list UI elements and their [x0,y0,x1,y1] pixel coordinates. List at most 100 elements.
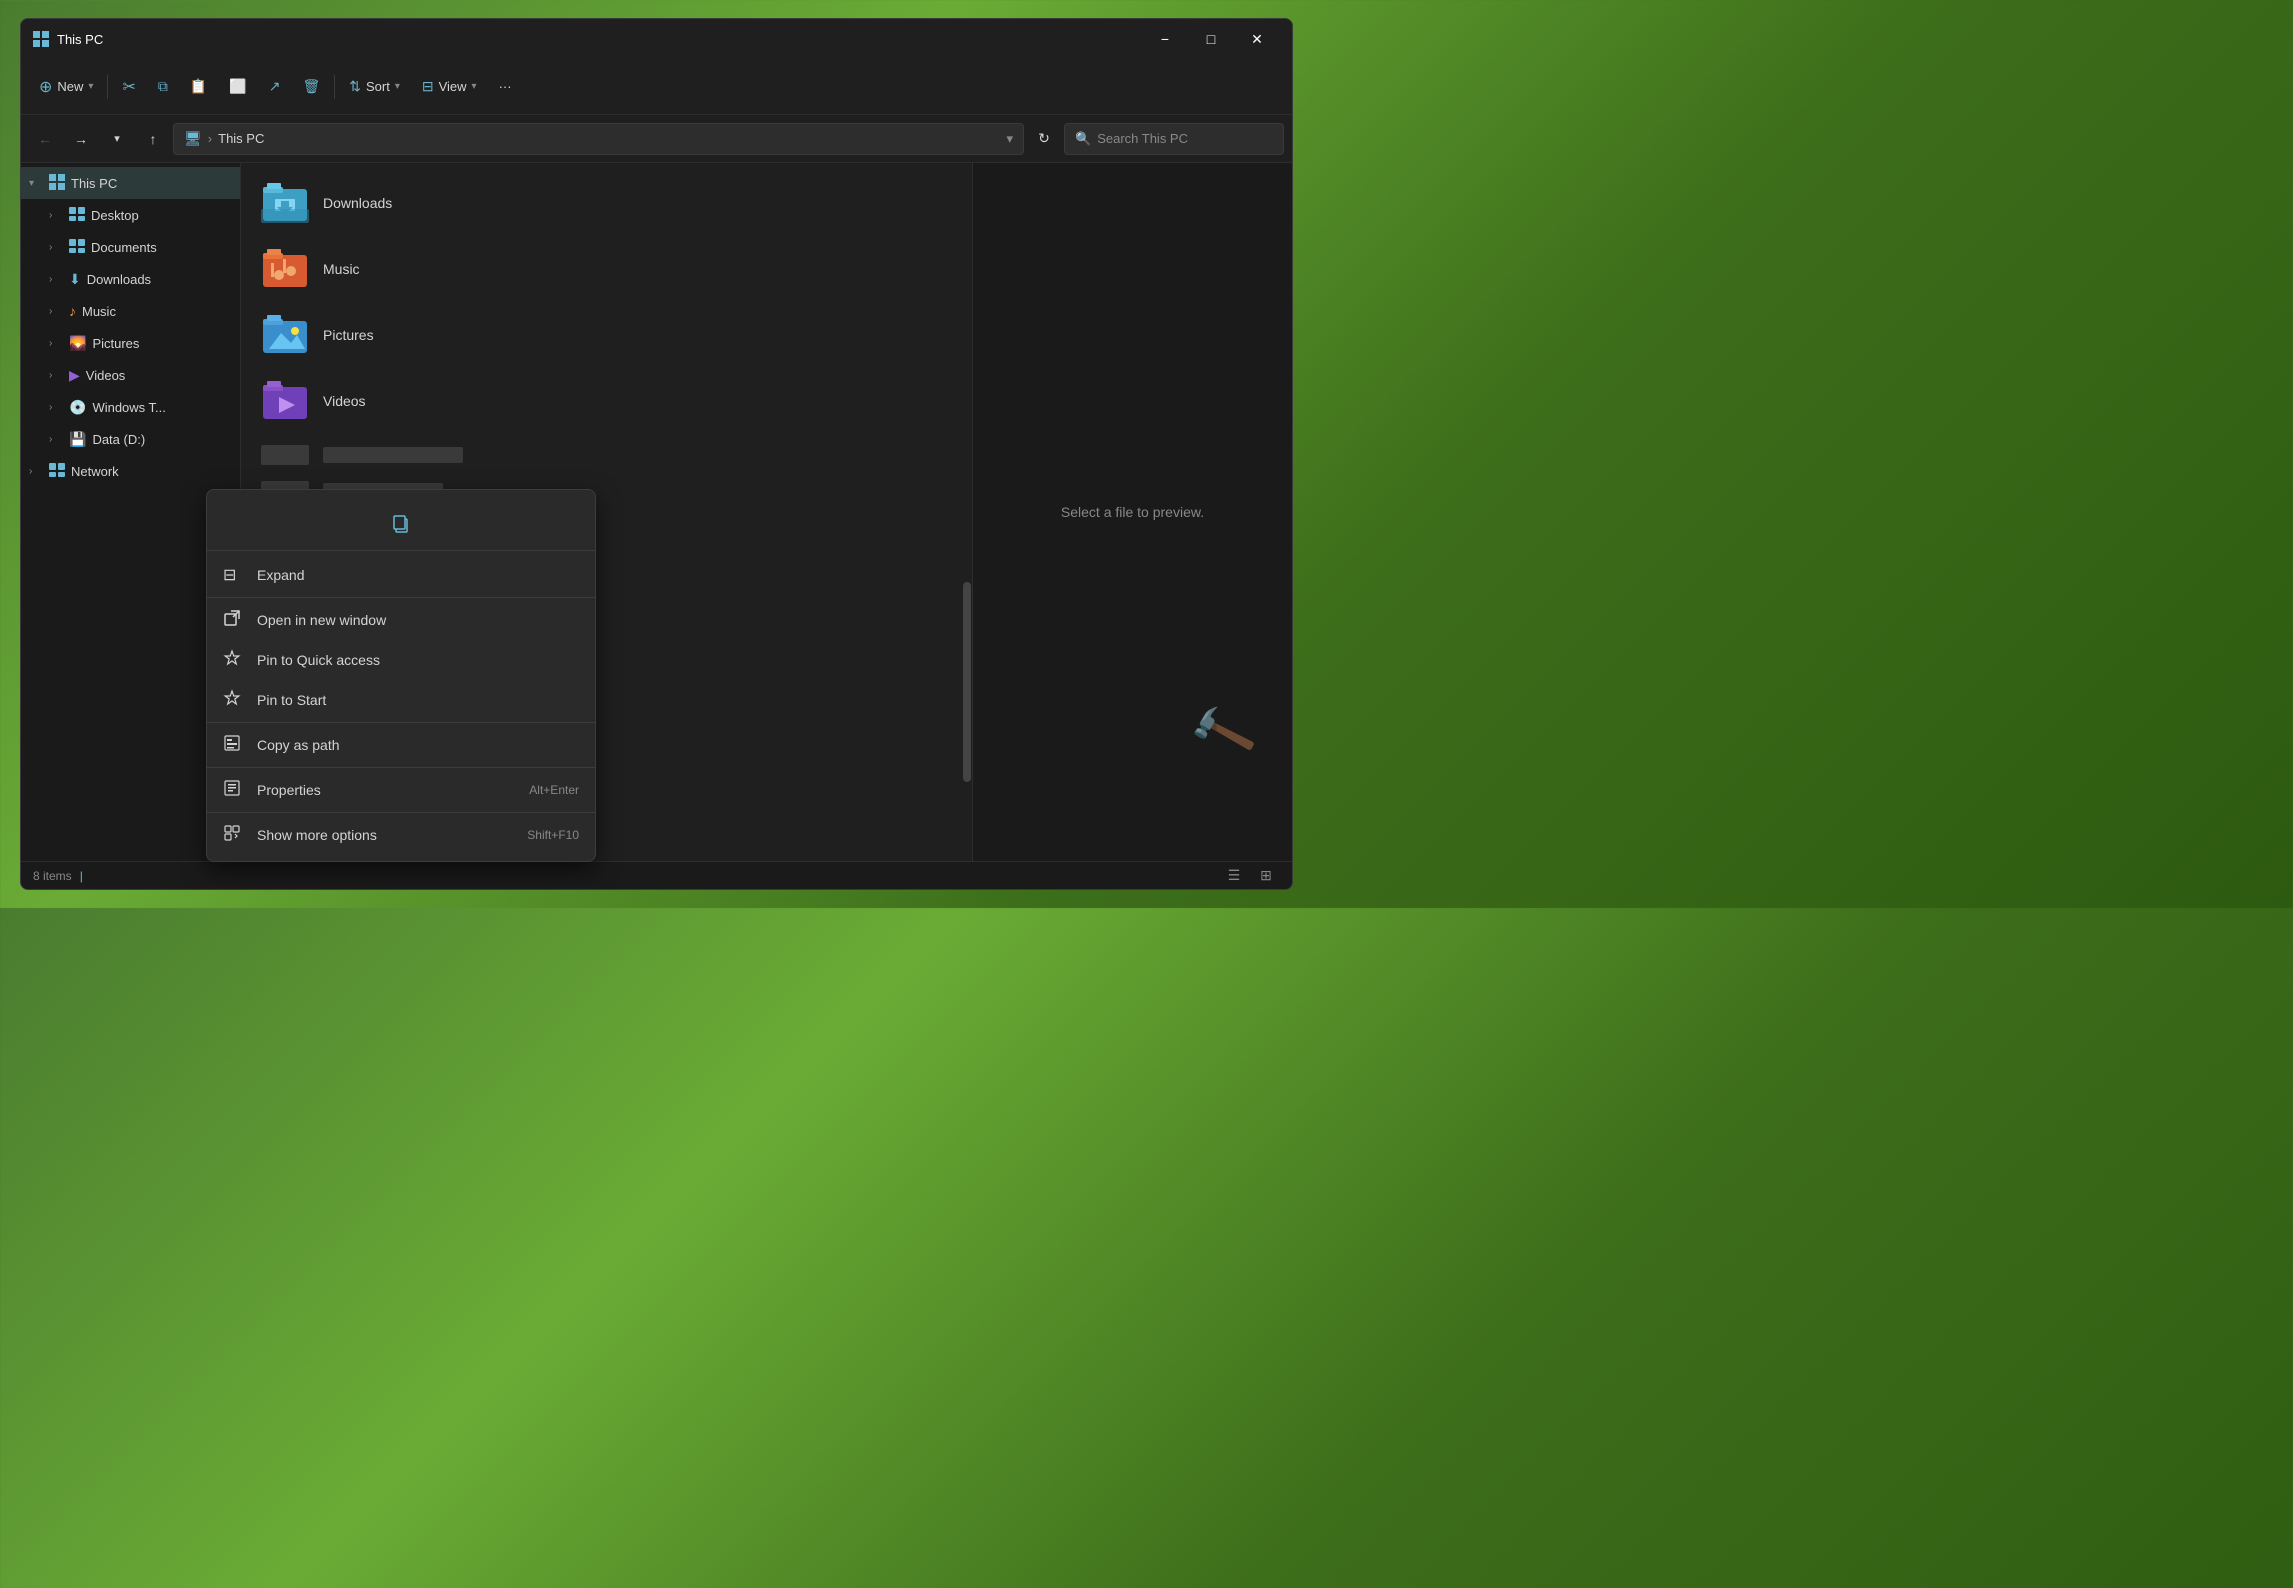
sidebar-item-this-pc[interactable]: ▾ This PC [21,167,240,199]
sidebar-item-videos[interactable]: › ▶ Videos [21,359,240,391]
up-button[interactable]: ↑ [137,123,169,155]
explorer-window: This PC − □ ✕ ⊕ New ▾ ✂ ⧉ 📋 ⬜ ↗ 🗑 [20,18,1293,890]
address-pc-icon: 🖥 [184,130,202,147]
pictures-folder-item[interactable]: Pictures [249,303,954,367]
windows-label: Windows T... [92,400,232,415]
list-view-button[interactable]: ☰ [1220,866,1248,886]
view-button[interactable]: ⊟ View ▾ [412,69,487,105]
view-toggles: ☰ ⊞ [1220,866,1280,886]
context-menu-top-icons [207,496,595,551]
expand-pictures-icon: › [49,338,63,349]
expand-documents-icon: › [49,242,63,253]
drive-label-bar-1 [323,447,463,463]
context-expand[interactable]: ⊟ Expand [207,555,595,595]
pin-quick-access-label: Pin to Quick access [257,652,579,668]
status-bar: 8 items | ☰ ⊞ [21,861,1292,889]
window-icon [33,31,49,47]
close-button[interactable]: ✕ [1234,23,1280,55]
documents-label: Documents [91,240,232,255]
rename-button[interactable]: ⬜ [219,69,256,105]
videos-folder-name: Videos [323,393,366,409]
network-label: Network [71,464,232,479]
desktop-folder-icon [69,207,85,224]
refresh-button[interactable]: ↻ [1028,123,1060,155]
context-sep-1 [207,597,595,598]
toolbar: ⊕ New ▾ ✂ ⧉ 📋 ⬜ ↗ 🗑 ⇅ Sort ▾ ⊟ [21,59,1292,115]
new-icon: ⊕ [39,77,52,97]
share-icon: ↗ [269,78,281,95]
sort-chevron-icon: ▾ [395,81,400,92]
sidebar-item-pictures[interactable]: › 🌄 Pictures [21,327,240,359]
search-placeholder: Search This PC [1097,131,1188,146]
back-button[interactable]: ← [29,123,61,155]
data-d-drive-icon: 💾 [69,431,86,448]
delete-button[interactable]: 🗑 [292,69,330,105]
expand-icon: ⊟ [223,565,243,585]
videos-folder-svg [261,377,309,425]
expand-windows-icon: › [49,402,63,413]
paste-button[interactable]: 📋 [180,69,217,105]
title-bar: This PC − □ ✕ [21,19,1292,59]
file-scrollbar[interactable] [962,163,972,861]
sidebar-item-data-d[interactable]: › 💾 Data (D:) [21,423,240,455]
items-count: 8 items [33,869,72,883]
delete-icon: 🗑 [302,78,320,95]
view-label: View [439,79,467,94]
music-folder-icon: ♪ [69,303,76,319]
context-properties[interactable]: Properties Alt+Enter [207,770,595,810]
sidebar-item-desktop[interactable]: › Desktop [21,199,240,231]
toolbar-sep-2 [334,75,335,99]
forward-button[interactable]: → [65,123,97,155]
sort-button[interactable]: ⇅ Sort ▾ [339,69,410,105]
sidebar-item-downloads[interactable]: › ⬇ Downloads [21,263,240,295]
sidebar-item-network[interactable]: › Network [21,455,240,487]
more-options-button[interactable]: ··· [489,69,522,105]
view-icon: ⊟ [422,78,434,95]
context-pin-quick-access[interactable]: Pin to Quick access [207,640,595,680]
downloads-folder-name: Downloads [323,195,392,211]
sort-label: Sort [366,79,390,94]
minimize-button[interactable]: − [1142,23,1188,55]
expand-downloads-icon: › [49,274,63,285]
context-open-new-window[interactable]: Open in new window [207,600,595,640]
pictures-label: Pictures [92,336,232,351]
recent-locations-button[interactable]: ▾ [101,123,133,155]
view-chevron-icon: ▾ [472,81,477,92]
context-copy-icon-btn[interactable] [381,504,421,544]
downloads-folder-item[interactable]: Downloads [249,171,954,235]
pictures-folder-icon: 🌄 [69,335,86,352]
address-bar-area: ← → ▾ ↑ 🖥 › This PC ▾ ↻ 🔍 Search This PC [21,115,1292,163]
network-icon [49,463,65,480]
more-icon: ··· [499,79,512,94]
address-bar[interactable]: 🖥 › This PC ▾ [173,123,1024,155]
music-folder-item[interactable]: Music [249,237,954,301]
documents-folder-icon [69,239,85,256]
show-more-options-label: Show more options [257,827,513,843]
drive-bar-1 [261,445,309,465]
new-button[interactable]: ⊕ New ▾ [29,69,103,105]
grid-view-button[interactable]: ⊞ [1252,866,1280,886]
context-copy-path[interactable]: Copy as path [207,725,595,765]
sort-icon: ⇅ [349,78,361,95]
copy-button[interactable]: ⧉ [148,69,178,105]
sidebar-item-documents[interactable]: › Documents [21,231,240,263]
drive-item-1[interactable] [249,437,954,473]
sidebar-item-music[interactable]: › ♪ Music [21,295,240,327]
expand-desktop-icon: › [49,210,63,221]
data-d-label: Data (D:) [92,432,232,447]
context-show-more-options[interactable]: Show more options Shift+F10 [207,815,595,855]
properties-label: Properties [257,782,515,798]
search-bar[interactable]: 🔍 Search This PC [1064,123,1284,155]
cut-button[interactable]: ✂ [112,69,145,105]
context-pin-start[interactable]: Pin to Start [207,680,595,720]
sidebar-item-windows[interactable]: › 💿 Windows T... [21,391,240,423]
open-new-window-icon [223,609,243,632]
this-pc-icon [49,174,65,193]
pin-start-icon [223,689,243,712]
pictures-folder-name: Pictures [323,327,374,343]
maximize-button[interactable]: □ [1188,23,1234,55]
videos-folder-item[interactable]: Videos [249,369,954,433]
music-folder-svg [261,245,309,293]
downloads-folder-icon: ⬇ [69,271,81,288]
share-button[interactable]: ↗ [259,69,291,105]
